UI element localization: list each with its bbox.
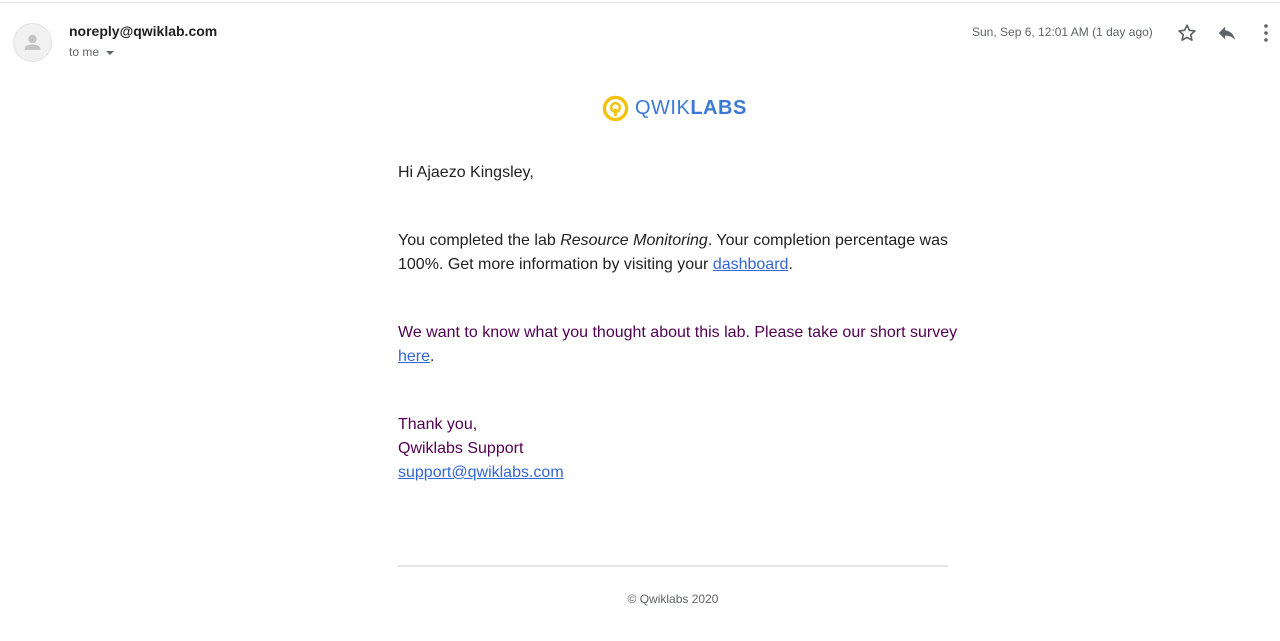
more-options-button[interactable] <box>1257 22 1275 44</box>
chevron-down-icon <box>106 50 115 55</box>
footer-copyright: © Qwiklabs 2020 <box>627 592 719 606</box>
logo-wordmark-qwik: QWIK <box>635 97 691 119</box>
reply-arrow-icon <box>1218 26 1236 41</box>
qwiklabs-logo-icon <box>602 95 629 121</box>
survey-link[interactable]: here <box>398 348 430 365</box>
logo-wordmark: QWIKLABS <box>635 93 747 123</box>
completion-paragraph: You completed the lab Resource Monitorin… <box>398 229 958 277</box>
more-vertical-icon <box>1264 24 1268 42</box>
star-outline-icon <box>1178 24 1196 41</box>
recipient-details-toggle[interactable]: to me <box>69 45 115 59</box>
message-date: Sun, Sep 6, 12:01 AM (1 day ago) <box>972 25 1153 39</box>
signature-team: Qwiklabs Support <box>398 440 524 457</box>
sender-address[interactable]: noreply@qwiklab.com <box>69 23 217 39</box>
signature: Thank you, Qwiklabs Support support@qwik… <box>398 413 958 485</box>
support-email-link[interactable]: support@qwiklabs.com <box>398 464 564 481</box>
greeting: Hi Ajaezo Kingsley, <box>398 164 534 181</box>
completion-prefix: You completed the lab <box>398 232 561 249</box>
lab-name: Resource Monitoring <box>560 232 708 249</box>
reply-button[interactable] <box>1216 22 1238 44</box>
survey-paragraph: We want to know what you thought about t… <box>398 321 958 369</box>
recipient-label: to me <box>69 45 100 59</box>
dashboard-link[interactable]: dashboard <box>713 256 789 273</box>
person-icon <box>24 34 41 50</box>
signature-thanks: Thank you, <box>398 416 478 433</box>
qwiklabs-logo: QWIKLABS <box>602 93 747 123</box>
star-button[interactable] <box>1176 22 1198 44</box>
top-divider <box>0 2 1280 3</box>
completion-period: . <box>788 256 793 273</box>
sender-avatar[interactable] <box>13 23 52 62</box>
survey-period: . <box>430 348 435 365</box>
email-body: Hi Ajaezo Kingsley, You completed the la… <box>398 161 958 485</box>
footer-divider <box>398 565 948 567</box>
logo-wordmark-labs: LABS <box>690 97 747 119</box>
survey-prefix: We want to know what you thought about t… <box>398 324 958 341</box>
